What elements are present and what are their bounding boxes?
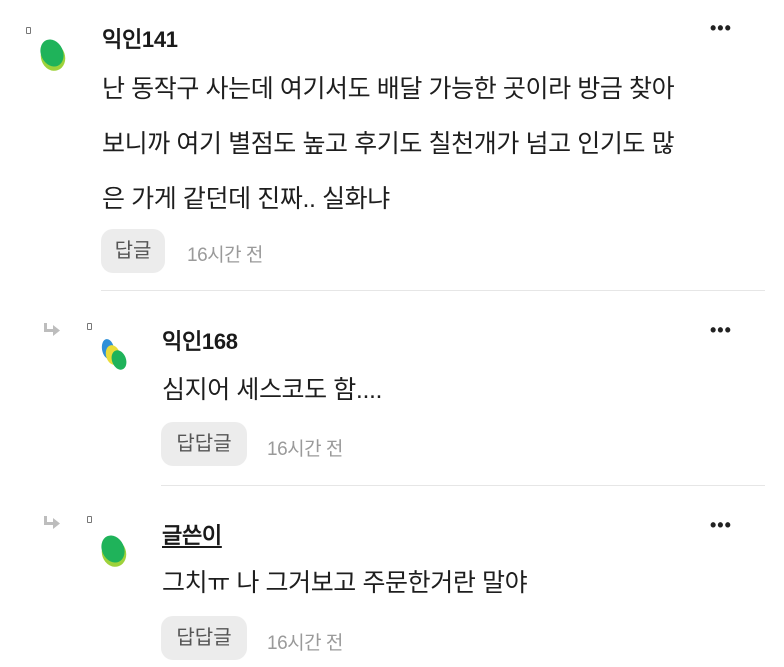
avatar-blob-icon xyxy=(101,339,127,370)
reply-button[interactable]: 답답글 xyxy=(161,616,247,660)
more-options-icon[interactable]: ••• xyxy=(710,18,732,39)
avatar[interactable] xyxy=(38,36,70,72)
comment-text: 심지어 세스코도 함.... xyxy=(162,363,762,418)
collapse-square-icon[interactable] xyxy=(26,27,31,34)
comment-line: 은 가게 같던데 진짜.. 실화냐 xyxy=(102,185,390,213)
collapse-square-icon[interactable] xyxy=(87,516,92,523)
divider xyxy=(161,485,765,486)
comment-timestamp: 16시간 전 xyxy=(267,439,343,460)
comment-author[interactable]: 익인168 xyxy=(162,324,238,356)
comment-timestamp: 16시간 전 xyxy=(267,633,343,654)
comment-author[interactable]: 글쓴이 xyxy=(162,518,222,550)
avatar[interactable] xyxy=(99,532,131,568)
reply-arrow-icon xyxy=(43,322,61,336)
comment-line: 난 동작구 사는데 여기서도 배달 가능한 곳이라 방금 찾아 xyxy=(102,75,675,103)
comment-timestamp: 16시간 전 xyxy=(187,245,263,266)
more-options-icon[interactable]: ••• xyxy=(710,320,732,341)
more-options-icon[interactable]: ••• xyxy=(710,515,732,536)
comment-text: 그치ㅠ 나 그거보고 주문한거란 말야 xyxy=(162,556,762,611)
comment-line: 보니까 여기 별점도 높고 후기도 칠천개가 넘고 인기도 많 xyxy=(102,130,675,158)
collapse-square-icon[interactable] xyxy=(87,323,92,330)
divider xyxy=(101,290,765,291)
avatar-blob-icon xyxy=(40,39,66,71)
comment-line: 그치ㅠ 나 그거보고 주문한거란 말야 xyxy=(162,569,528,597)
comment-text: 난 동작구 사는데 여기서도 배달 가능한 곳이라 방금 찾아 보니까 여기 별… xyxy=(102,62,772,227)
reply-button[interactable]: 답답글 xyxy=(161,422,247,466)
avatar[interactable] xyxy=(99,336,131,372)
comment-line: 심지어 세스코도 함.... xyxy=(162,376,383,404)
reply-arrow-icon xyxy=(43,515,61,529)
comment-author[interactable]: 익인141 xyxy=(102,22,178,54)
reply-button[interactable]: 답글 xyxy=(101,229,165,273)
avatar-blob-icon xyxy=(101,535,127,567)
